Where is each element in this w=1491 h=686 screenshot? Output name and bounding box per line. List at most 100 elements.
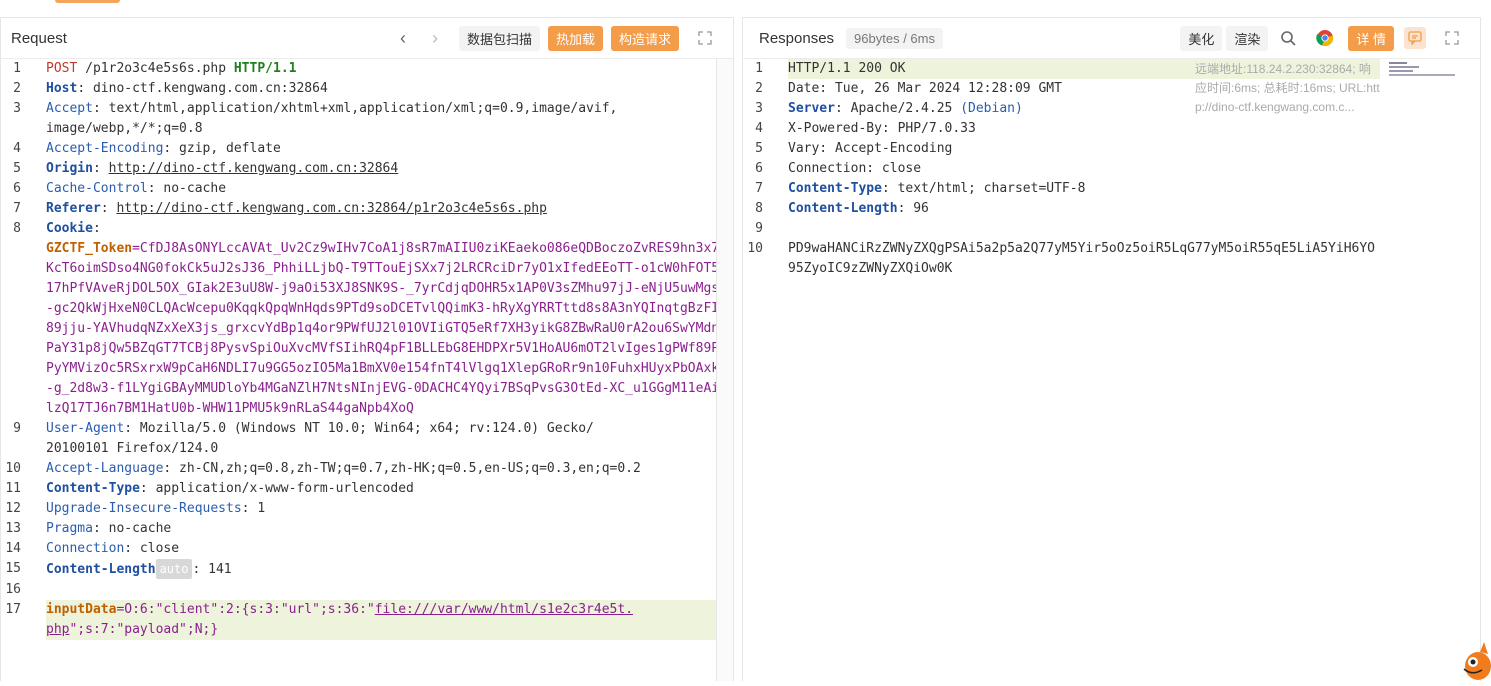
code-token: Host xyxy=(46,81,78,96)
code-token: PD9waHANCiRzZWNyZXQgPSAi5a2p5a2Q77yM5Yir… xyxy=(788,241,1375,276)
request-scrollbar[interactable] xyxy=(716,59,733,681)
build-request-button[interactable]: 构造请求 xyxy=(610,25,679,51)
line-number: 16 xyxy=(5,582,21,597)
code-line[interactable]: 8 Content-Length: 96 xyxy=(743,199,1380,219)
code-token: Connection: close xyxy=(788,161,922,176)
response-panel: Responses 96bytes / 6ms 美化 渲染 详 情 1 HTTP/… xyxy=(742,17,1481,681)
minimap[interactable] xyxy=(1389,60,1459,96)
line-content: Accept-Language: zh-CN,zh;q=0.8,zh-TW;q=… xyxy=(46,459,733,479)
code-token: POST xyxy=(46,61,78,76)
code-line[interactable]: 11 Content-Type: application/x-www-form-u… xyxy=(1,479,733,499)
code-line[interactable]: 4 X-Powered-By: PHP/7.0.33 xyxy=(743,119,1380,139)
line-number: 12 xyxy=(5,501,21,516)
hot-load-button[interactable]: 热加载 xyxy=(547,25,603,51)
code-line[interactable]: 10 PD9waHANCiRzZWNyZXQgPSAi5a2p5a2Q77yM5Y… xyxy=(743,239,1380,279)
line-content: Content-Type: application/x-www-form-url… xyxy=(46,479,733,499)
code-token: GZCTF_Token xyxy=(46,241,133,256)
scan-button[interactable]: 数据包扫描 xyxy=(458,25,540,51)
expand-icon[interactable] xyxy=(695,28,715,48)
line-content: Pragma: no-cache xyxy=(46,519,733,539)
beautify-button[interactable]: 美化 xyxy=(1180,25,1223,51)
mascot-icon[interactable] xyxy=(1458,636,1491,681)
search-icon[interactable] xyxy=(1278,28,1298,48)
line-content xyxy=(46,580,733,600)
code-line[interactable]: 8 Cookie: GZCTF_Token=CfDJ8AsONYLccAVAt_U… xyxy=(1,219,733,419)
line-number: 3 xyxy=(13,101,21,116)
line-content: Connection: close xyxy=(788,159,1380,179)
comment-icon[interactable] xyxy=(1404,27,1426,49)
line-content: Origin: http://dino-ctf.kengwang.com.cn:… xyxy=(46,159,733,179)
code-token: : no-cache xyxy=(92,521,172,536)
line-content: POST /p1r2o3c4e5s6s.php HTTP/1.1 xyxy=(46,59,733,79)
request-panel: Request ‹ › 数据包扫描 热加载 构造请求 1 POST /p1r2o3… xyxy=(0,17,734,681)
code-token: : 1 xyxy=(241,501,266,516)
code-token: /p1r2o3c4e5s6s.php xyxy=(77,61,234,76)
code-line[interactable]: 10 Accept-Language: zh-CN,zh;q=0.8,zh-TW;… xyxy=(1,459,733,479)
line-content: Content-Length auto: 141 xyxy=(46,559,733,580)
line-content: Content-Length: 96 xyxy=(788,199,1380,219)
line-content: Accept: text/html,application/xhtml+xml,… xyxy=(46,99,733,139)
detail-button[interactable]: 详 情 xyxy=(1348,25,1394,51)
line-number: 5 xyxy=(13,161,21,176)
line-number: 5 xyxy=(755,141,763,156)
code-token: : Apache/2.4.25 xyxy=(834,101,961,116)
line-content: Connection: close xyxy=(46,539,733,559)
code-token: : no-cache xyxy=(147,181,227,196)
line-content: inputData=O:6:"client":2:{s:3:"url";s:36… xyxy=(46,600,733,640)
response-viewer[interactable]: 1 HTTP/1.1 200 OK 2 Date: Tue, 26 Mar 2024 … xyxy=(743,59,1380,681)
code-line[interactable]: 7 Referer: http://dino-ctf.kengwang.com.c… xyxy=(1,199,733,219)
line-number: 1 xyxy=(13,61,21,76)
code-line[interactable]: 9 User-Agent: Mozilla/5.0 (Windows NT 10.… xyxy=(1,419,733,459)
line-number: 10 xyxy=(747,241,763,256)
expand-icon[interactable] xyxy=(1442,28,1462,48)
line-content: Vary: Accept-Encoding xyxy=(788,139,1380,159)
code-line[interactable]: 3 Accept: text/html,application/xhtml+xml… xyxy=(1,99,733,139)
code-line[interactable]: 16 xyxy=(1,580,733,600)
code-token: Content-Type xyxy=(46,481,140,496)
chevron-left-icon[interactable]: ‹ xyxy=(393,28,413,48)
code-token: Connection xyxy=(46,541,125,556)
code-line[interactable]: 5 Origin: http://dino-ctf.kengwang.com.cn… xyxy=(1,159,733,179)
line-content: PD9waHANCiRzZWNyZXQgPSAi5a2p5a2Q77yM5Yir… xyxy=(788,239,1380,279)
code-token: http://dino-ctf.kengwang.com.cn:32864/p1… xyxy=(116,201,547,216)
code-line[interactable]: 2 Host: dino-ctf.kengwang.com.cn:32864 xyxy=(1,79,733,99)
line-content: Referer: http://dino-ctf.kengwang.com.cn… xyxy=(46,199,733,219)
code-line[interactable]: 6 Cache-Control: no-cache xyxy=(1,179,733,199)
code-line[interactable]: 7 Content-Type: text/html; charset=UTF-8 xyxy=(743,179,1380,199)
code-line[interactable]: 9 xyxy=(743,219,1380,239)
code-token: Upgrade-Insecure-Requests xyxy=(46,501,242,516)
code-token: =CfDJ8AsONYLccAVAt_Uv2Cz9wIHv7CoA1j8sR7m… xyxy=(46,241,727,416)
code-token: : close xyxy=(124,541,180,556)
line-number: 7 xyxy=(13,201,21,216)
line-number: 13 xyxy=(5,521,21,536)
code-token: User-Agent xyxy=(46,421,125,436)
request-editor[interactable]: 1 POST /p1r2o3c4e5s6s.php HTTP/1.1 2 Host: … xyxy=(1,59,733,681)
code-token: : Mozilla/5.0 (Windows NT 10.0; Win64; x… xyxy=(46,421,594,456)
code-token: (Debian) xyxy=(960,101,1023,116)
chrome-icon[interactable] xyxy=(1316,29,1334,47)
code-token: http://dino-ctf.kengwang.com.cn:32864 xyxy=(108,161,399,176)
code-line[interactable]: 1 POST /p1r2o3c4e5s6s.php HTTP/1.1 xyxy=(1,59,733,79)
request-toolbar: Request ‹ › 数据包扫描 热加载 构造请求 xyxy=(1,18,733,59)
code-token: =O:6:"client":2:{s:3:"url";s:36:" xyxy=(116,602,375,617)
code-line[interactable]: 12 Upgrade-Insecure-Requests: 1 xyxy=(1,499,733,519)
code-line[interactable]: 5 Vary: Accept-Encoding xyxy=(743,139,1380,159)
code-token: Server xyxy=(788,101,835,116)
line-number: 11 xyxy=(5,481,21,496)
response-toolbar: Responses 96bytes / 6ms 美化 渲染 详 情 xyxy=(743,18,1480,59)
code-token: Content-Type xyxy=(788,181,882,196)
code-line[interactable]: 13 Pragma: no-cache xyxy=(1,519,733,539)
line-number: 9 xyxy=(13,421,21,436)
code-token: : xyxy=(100,201,117,216)
code-line[interactable]: 6 Connection: close xyxy=(743,159,1380,179)
request-title: Request xyxy=(11,29,67,47)
chevron-right-icon[interactable]: › xyxy=(425,28,445,48)
code-token: ";s:7:"payload";N;} xyxy=(69,622,219,637)
code-line[interactable]: 4 Accept-Encoding: gzip, deflate xyxy=(1,139,733,159)
render-button[interactable]: 渲染 xyxy=(1226,25,1269,51)
line-content: X-Powered-By: PHP/7.0.33 xyxy=(788,119,1380,139)
code-line[interactable]: 14 Connection: close xyxy=(1,539,733,559)
code-token: : 96 xyxy=(897,201,929,216)
code-line[interactable]: 17 inputData=O:6:"client":2:{s:3:"url";s:… xyxy=(1,600,733,640)
code-line[interactable]: 15 Content-Length auto: 141 xyxy=(1,559,733,580)
